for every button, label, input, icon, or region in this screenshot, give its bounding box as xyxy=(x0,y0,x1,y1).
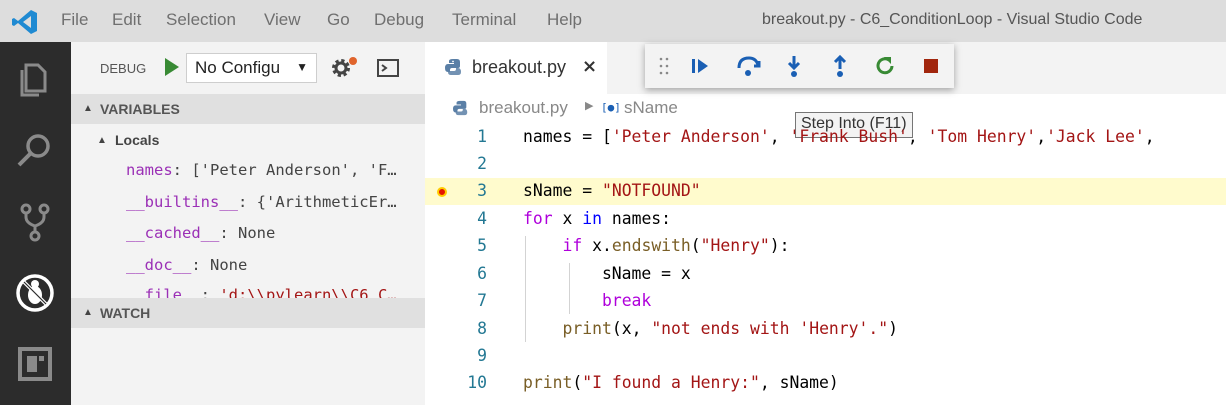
menu-debug[interactable]: Debug xyxy=(374,10,424,30)
code-text: sName = x xyxy=(523,264,691,283)
window-title: breakout.py - C6_ConditionLoop - Visual … xyxy=(762,11,1143,28)
title-bar: File Edit Selection View Go Debug Termin… xyxy=(0,0,1226,42)
variable-value: {'ArithmeticEr… xyxy=(256,193,397,211)
vscode-logo-icon xyxy=(12,10,37,34)
code-line-10[interactable]: 10 print("I found a Henry:", sName) xyxy=(425,370,1226,397)
python-file-icon xyxy=(445,59,461,75)
debug-floating-toolbar xyxy=(645,44,954,88)
line-number: 9 xyxy=(477,346,487,365)
indent-guide xyxy=(525,236,526,342)
step-out-icon[interactable] xyxy=(827,53,853,79)
code-line-7[interactable]: 7 break xyxy=(425,288,1226,315)
watch-header-label: WATCH xyxy=(100,305,151,321)
variable-row[interactable]: __file__: 'd:\\pylearn\\C6_C… xyxy=(126,286,425,298)
variables-header-label: VARIABLES xyxy=(100,101,180,117)
continue-icon[interactable] xyxy=(687,53,713,79)
configuration-value: No Configu xyxy=(195,58,281,77)
triangle-down-icon: ▲ xyxy=(97,135,107,146)
extensions-icon[interactable] xyxy=(13,342,57,386)
restart-icon[interactable] xyxy=(872,53,898,79)
line-number: 7 xyxy=(477,291,487,310)
watch-section-header[interactable]: ▲ WATCH xyxy=(71,298,425,328)
menu-view[interactable]: View xyxy=(264,10,301,30)
menu-selection[interactable]: Selection xyxy=(166,10,236,30)
python-file-icon xyxy=(453,100,468,116)
code-line-8[interactable]: 8 print(x, "not ends with 'Henry'.") xyxy=(425,316,1226,343)
code-line-4[interactable]: 4 for x in names: xyxy=(425,206,1226,233)
code-text: names = ['Peter Anderson', 'Frank Bush',… xyxy=(523,127,1155,146)
gear-icon[interactable] xyxy=(329,55,359,81)
debug-sidebar: DEBUG No Configu ▼ ▲ VARIABLES ▲ Locals … xyxy=(71,42,425,405)
locals-scope[interactable]: ▲ Locals xyxy=(97,132,160,148)
variables-section-header[interactable]: ▲ VARIABLES xyxy=(71,94,425,124)
chevron-down-icon: ▼ xyxy=(296,60,308,74)
start-debugging-icon[interactable] xyxy=(159,55,183,79)
menu-help[interactable]: Help xyxy=(547,10,582,30)
search-icon[interactable] xyxy=(13,128,57,172)
variable-value: None xyxy=(210,256,248,274)
debug-toolbar-header: DEBUG No Configu ▼ xyxy=(71,42,425,94)
line-number: 1 xyxy=(477,127,487,146)
menu-go[interactable]: Go xyxy=(327,10,350,30)
code-text: print("I found a Henry:", sName) xyxy=(523,373,839,392)
code-line-1[interactable]: 1 names = ['Peter Anderson', 'Frank Bush… xyxy=(425,124,1226,151)
indent-guide xyxy=(569,263,570,314)
tab-breakout-py[interactable]: breakout.py × xyxy=(425,42,607,94)
triangle-down-icon: ▲ xyxy=(83,307,93,318)
menu-file[interactable]: File xyxy=(61,10,88,30)
menu-edit[interactable]: Edit xyxy=(112,10,141,30)
breadcrumb-symbol[interactable]: sName xyxy=(624,98,678,118)
variable-value: ['Peter Anderson', 'F… xyxy=(191,161,397,179)
variable-name: names xyxy=(126,161,173,179)
triangle-down-icon: ▲ xyxy=(83,103,93,114)
line-number: 5 xyxy=(477,236,487,255)
code-text: print(x, "not ends with 'Henry'.") xyxy=(562,319,899,338)
debug-label: DEBUG xyxy=(100,61,147,76)
stop-icon[interactable] xyxy=(918,53,944,79)
debug-console-icon[interactable] xyxy=(376,57,400,79)
configuration-select[interactable]: No Configu ▼ xyxy=(186,53,317,83)
line-number: 3 xyxy=(477,181,487,200)
variable-value: 'd:\\pylearn\\C6_C… xyxy=(219,286,397,298)
debug-icon[interactable] xyxy=(13,271,57,315)
line-number: 10 xyxy=(467,373,487,392)
explorer-icon[interactable] xyxy=(13,56,57,100)
tab-label: breakout.py xyxy=(472,57,567,77)
code-text: break xyxy=(601,291,652,310)
variable-symbol-icon: [●] xyxy=(601,101,621,114)
close-icon[interactable]: × xyxy=(582,56,597,77)
code-line-9[interactable]: 9 xyxy=(425,343,1226,370)
line-number: 2 xyxy=(477,154,487,173)
line-number: 4 xyxy=(477,209,487,228)
breadcrumb-file[interactable]: breakout.py xyxy=(479,98,568,118)
step-over-icon[interactable] xyxy=(735,53,761,79)
menu-terminal[interactable]: Terminal xyxy=(452,10,516,30)
locals-label: Locals xyxy=(115,132,160,148)
code-text: for x in names: xyxy=(523,209,672,228)
variable-name: __cached__ xyxy=(126,224,220,242)
code-line-6[interactable]: 6 sName = x xyxy=(425,261,1226,288)
line-number: 6 xyxy=(477,264,487,283)
variable-name: __builtins__ xyxy=(126,193,238,211)
source-control-icon[interactable] xyxy=(13,200,57,244)
variable-name: __doc__ xyxy=(126,256,192,274)
step-into-icon[interactable] xyxy=(781,53,807,79)
breakpoint-icon[interactable] xyxy=(437,187,447,197)
variable-row[interactable]: ▶ names: ['Peter Anderson', 'F… xyxy=(126,161,425,193)
drag-handle-icon[interactable] xyxy=(659,56,669,76)
chevron-right-icon: ▶ xyxy=(585,100,594,112)
code-line-5[interactable]: 5 if x.endswith("Henry"): xyxy=(425,233,1226,260)
activity-bar xyxy=(0,42,71,405)
code-line-3-current[interactable]: 3 sName = "NOTFOUND" xyxy=(425,178,1226,205)
variable-row[interactable]: __cached__: None xyxy=(126,224,425,256)
variable-row[interactable]: ▶ __builtins__: {'ArithmeticEr… xyxy=(126,193,425,225)
variable-row[interactable]: __doc__: None xyxy=(126,256,425,288)
code-text: if x.endswith("Henry"): xyxy=(562,236,790,255)
variable-name: __file__ xyxy=(126,286,201,298)
code-line-2[interactable]: 2 xyxy=(425,151,1226,178)
code-text: sName = "NOTFOUND" xyxy=(523,181,701,200)
variable-value: None xyxy=(238,224,276,242)
line-number: 8 xyxy=(477,319,487,338)
